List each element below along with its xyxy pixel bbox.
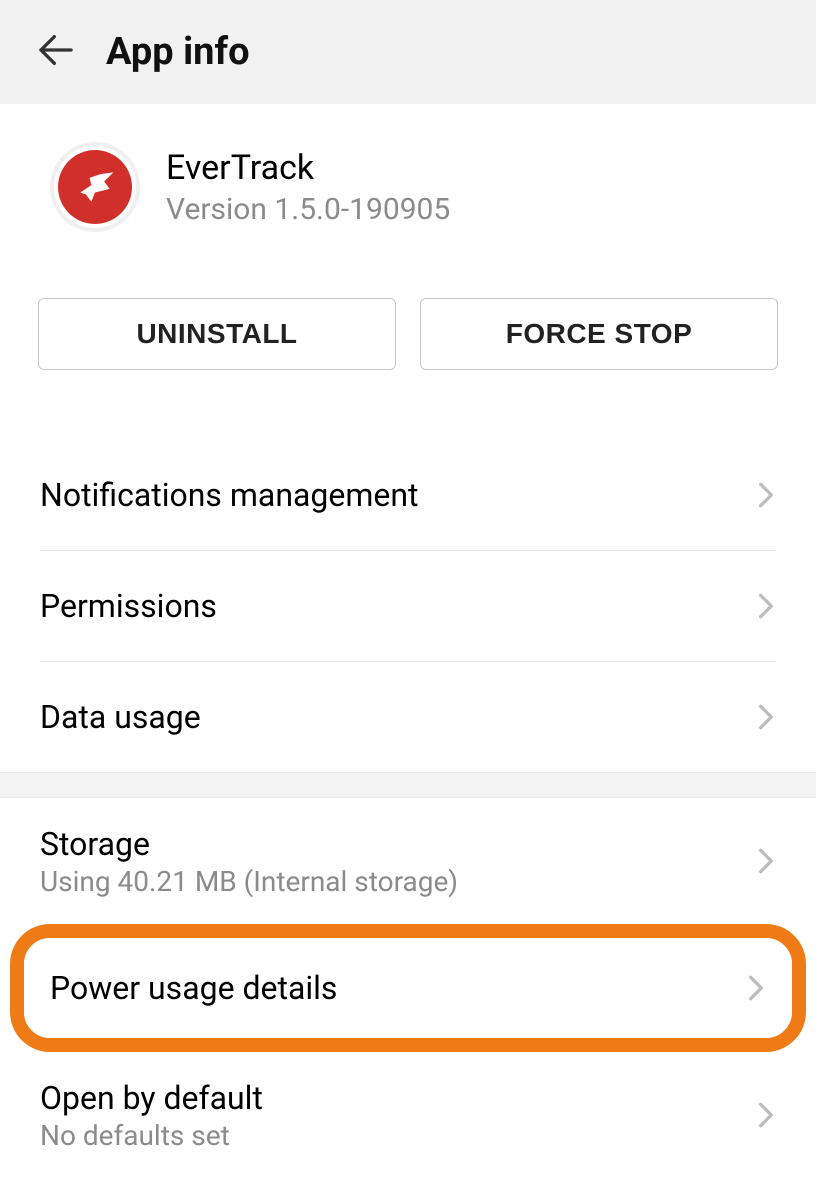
action-button-row: UNINSTALL FORCE STOP (0, 242, 816, 390)
app-name: EverTrack (166, 148, 450, 188)
row-label: Power usage details (50, 969, 337, 1007)
row-label: Permissions (40, 587, 217, 625)
row-storage[interactable]: Storage Using 40.21 MB (Internal storage… (0, 798, 816, 924)
row-sublabel: Using 40.21 MB (Internal storage) (40, 865, 458, 898)
row-sublabel: No defaults set (40, 1119, 263, 1152)
app-summary: EverTrack Version 1.5.0-190905 (0, 104, 816, 242)
chevron-right-icon (756, 1098, 776, 1132)
chevron-right-icon (746, 971, 766, 1005)
section-separator (0, 772, 816, 798)
app-info-header: App info (0, 0, 816, 104)
page-title: App info (106, 30, 250, 74)
row-label: Storage (40, 825, 458, 863)
row-data-usage[interactable]: Data usage (0, 662, 816, 772)
row-open-by-default[interactable]: Open by default No defaults set (0, 1052, 816, 1178)
highlight-annotation: Power usage details (10, 924, 806, 1052)
app-icon (50, 142, 140, 232)
back-button[interactable] (36, 30, 76, 74)
uninstall-button[interactable]: UNINSTALL (38, 298, 396, 370)
chevron-right-icon (756, 589, 776, 623)
row-label: Open by default (40, 1079, 263, 1117)
chevron-right-icon (756, 844, 776, 878)
chevron-right-icon (756, 700, 776, 734)
row-power-usage-details[interactable]: Power usage details (24, 938, 792, 1038)
row-label: Data usage (40, 698, 201, 736)
row-notifications-management[interactable]: Notifications management (0, 440, 816, 550)
arrow-left-icon (36, 30, 76, 74)
force-stop-button[interactable]: FORCE STOP (420, 298, 778, 370)
app-version: Version 1.5.0-190905 (166, 192, 450, 227)
row-permissions[interactable]: Permissions (0, 551, 816, 661)
evertrack-bird-icon (58, 150, 132, 224)
chevron-right-icon (756, 478, 776, 512)
row-label: Notifications management (40, 476, 419, 514)
